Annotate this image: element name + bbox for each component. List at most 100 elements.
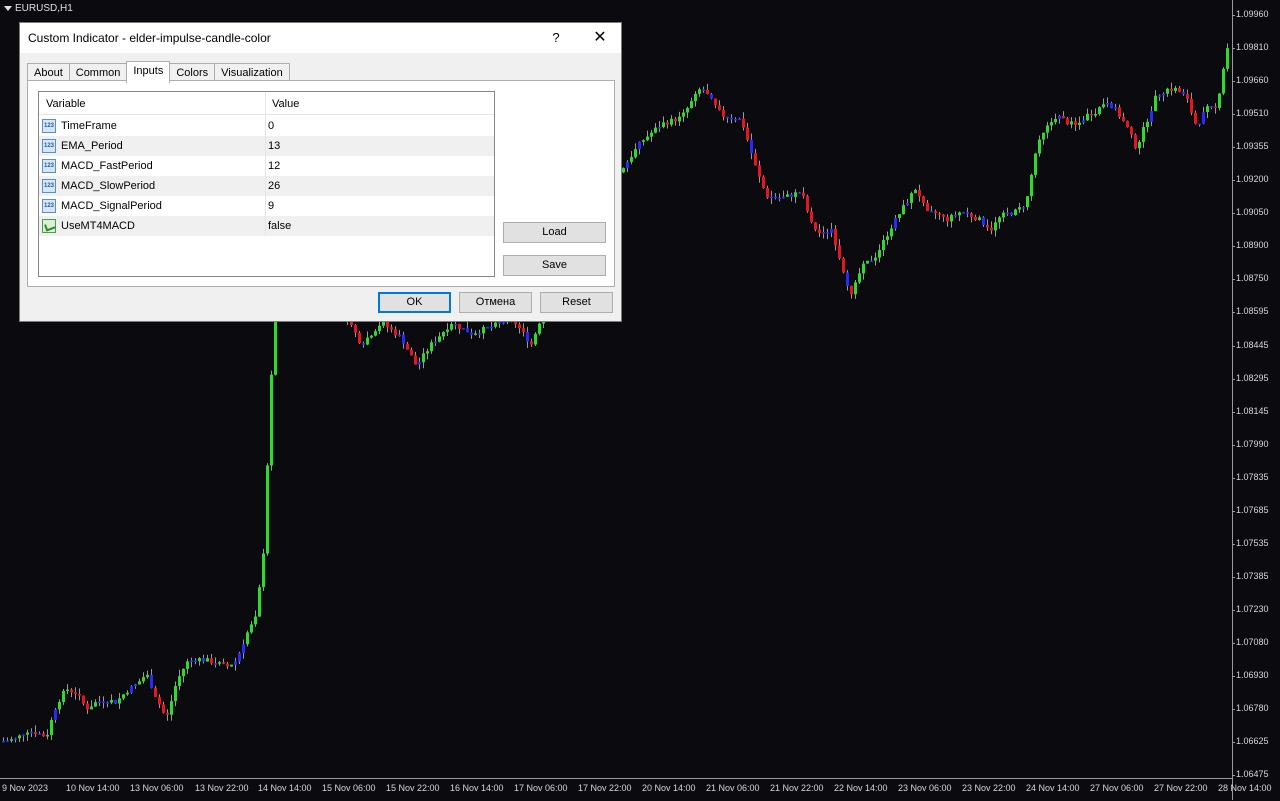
candle-body	[830, 228, 833, 233]
candle-body	[786, 194, 789, 197]
candle-body	[398, 334, 401, 337]
price-tick-label: 1.09200	[1236, 174, 1269, 185]
candle-body	[442, 331, 445, 337]
price-tick-mark	[1232, 15, 1235, 16]
help-button[interactable]: ?	[546, 27, 566, 49]
candle-body	[1214, 106, 1217, 108]
param-row-macd-signalperiod[interactable]: 123 MACD_SignalPeriod 9	[39, 196, 494, 216]
candle-body	[794, 192, 797, 197]
price-tick-mark	[1232, 345, 1235, 347]
candle-body	[270, 374, 273, 466]
time-tick-label: 9 Nov 2023	[2, 783, 49, 793]
column-header-variable[interactable]: Variable	[46, 98, 86, 110]
candle-body	[998, 217, 1001, 223]
candle-body	[1198, 123, 1201, 126]
cancel-button[interactable]: Отмена	[459, 292, 532, 313]
candle-body	[658, 127, 661, 129]
candle-body	[1126, 121, 1129, 128]
price-tick-label: 1.06780	[1236, 703, 1269, 714]
integer-icon: 123	[42, 199, 56, 213]
dialog-titlebar[interactable]: Custom Indicator - elder-impulse-candle-…	[20, 23, 621, 53]
candle-body	[1066, 118, 1069, 125]
candle-body	[1218, 93, 1221, 108]
candle-body	[834, 228, 837, 246]
param-row-macd-slowperiod[interactable]: 123 MACD_SlowPeriod 26	[39, 176, 494, 196]
column-divider[interactable]	[265, 92, 266, 114]
candle-body	[1122, 116, 1125, 122]
candle-body	[1094, 113, 1097, 116]
candle-body	[518, 324, 521, 329]
price-axis[interactable]	[1232, 0, 1280, 800]
save-button[interactable]: Save	[503, 255, 606, 276]
time-tick-label: 14 Nov 14:00	[258, 783, 312, 793]
candle-body	[242, 644, 245, 654]
candle-body	[702, 89, 705, 91]
symbol-text: EURUSD,H1	[15, 3, 73, 14]
price-tick-mark	[1232, 444, 1235, 446]
reset-button[interactable]: Reset	[540, 292, 613, 313]
candle-body	[1018, 207, 1021, 210]
price-tick-label: 1.07835	[1236, 471, 1269, 482]
price-tick-mark	[1232, 477, 1235, 479]
load-button[interactable]: Load	[503, 222, 606, 243]
candle-body	[1134, 134, 1137, 149]
candle-body	[642, 140, 645, 142]
candle-body	[142, 677, 145, 682]
candle-body	[22, 734, 25, 737]
param-value[interactable]: 26	[268, 180, 280, 192]
candle-body	[370, 335, 373, 338]
param-value[interactable]: 0	[268, 120, 274, 132]
candle-body	[1150, 111, 1153, 122]
inputs-grid: Variable Value 123 TimeFrame 0 123 EMA_P…	[38, 91, 495, 277]
param-row-macd-fastperiod[interactable]: 123 MACD_FastPeriod 12	[39, 156, 494, 176]
param-row-usemt4macd[interactable]: UseMT4MACD false	[39, 216, 494, 236]
candle-body	[730, 117, 733, 120]
candle-body	[1226, 48, 1229, 69]
price-tick-mark	[1232, 147, 1235, 149]
price-tick-label: 1.09660	[1236, 75, 1269, 86]
param-name: UseMT4MACD	[61, 220, 135, 232]
candle-body	[1162, 93, 1165, 96]
param-value[interactable]: 12	[268, 160, 280, 172]
candle-body	[1046, 125, 1049, 133]
candle-body	[646, 136, 649, 141]
candle-body	[434, 341, 437, 344]
column-divider	[265, 156, 266, 176]
param-value[interactable]: 9	[268, 200, 274, 212]
price-tick-mark	[1232, 312, 1235, 314]
column-header-value[interactable]: Value	[272, 98, 299, 110]
param-row-ema-period[interactable]: 123 EMA_Period 13	[39, 136, 494, 156]
price-tick-mark	[1232, 48, 1235, 50]
candle-body	[946, 216, 949, 222]
candle-body	[958, 212, 961, 216]
param-value[interactable]: 13	[268, 140, 280, 152]
candle-body	[102, 701, 105, 704]
candle-body	[2, 740, 5, 743]
candle-body	[1202, 112, 1205, 124]
time-tick-label: 21 Nov 22:00	[770, 783, 824, 793]
param-row-timeframe[interactable]: 123 TimeFrame 0	[39, 116, 494, 136]
time-tick-label: 17 Nov 06:00	[514, 783, 568, 793]
price-tick-mark	[1232, 411, 1235, 413]
param-value[interactable]: false	[268, 220, 291, 232]
candle-body	[1110, 103, 1113, 109]
candle-body	[186, 661, 189, 669]
candle-body	[114, 699, 117, 704]
candle-body	[914, 189, 917, 194]
candle-body	[66, 689, 69, 692]
column-divider	[265, 116, 266, 136]
candle-body	[1174, 87, 1177, 91]
candle-body	[906, 202, 909, 206]
close-icon[interactable]: ✕	[588, 27, 612, 49]
price-tick-mark	[1232, 609, 1235, 611]
candle-body	[170, 701, 173, 715]
tab-inputs[interactable]: Inputs	[126, 61, 171, 83]
ok-button[interactable]: OK	[378, 292, 451, 313]
candle-body	[994, 222, 997, 231]
candle-body	[738, 118, 741, 121]
candle-body	[526, 332, 529, 342]
candle-body	[746, 127, 749, 140]
candle-body	[622, 168, 625, 173]
candle-body	[46, 734, 49, 737]
candle-body	[694, 93, 697, 102]
